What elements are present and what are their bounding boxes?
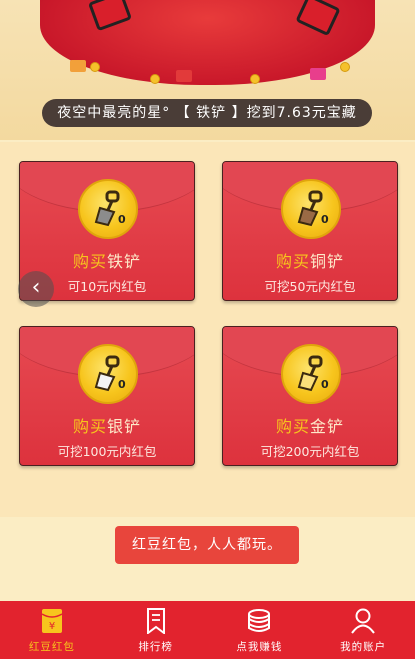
top-banner: 夜空中最亮的星° 【 铁铲 】挖到7.63元宝藏 [0,0,415,140]
medal-badge: 0 [321,378,329,391]
bottom-tab-bar: ¥ 红豆红包 排行榜 点我赚钱 我的账户 [0,601,415,659]
shovel-medal-icon: 0 [281,179,341,239]
medal-badge: 0 [118,213,126,226]
card-title: 购买金铲 [275,417,345,436]
tab-label: 红豆红包 [28,641,75,653]
card-title: 购买铁铲 [72,252,142,271]
tab-my-account[interactable]: 我的账户 [311,601,415,659]
buy-copper-shovel-card[interactable]: 0 购买铜铲 可挖50元内红包 [222,161,398,301]
winner-ticker: 夜空中最亮的星° 【 铁铲 】挖到7.63元宝藏 [42,99,372,127]
carousel-prev-button[interactable]: ‹ [18,271,54,307]
red-envelope-icon: ¥ [41,607,63,635]
bookmark-icon [146,607,166,635]
medal-badge: 0 [321,213,329,226]
tab-red-envelope[interactable]: ¥ 红豆红包 [0,601,104,659]
shovel-medal-icon: 0 [78,179,138,239]
gift-decoration [176,70,192,82]
buy-silver-shovel-card[interactable]: 0 购买银铲 可挖100元内红包 [19,326,195,466]
card-subtitle: 可挖50元内红包 [264,279,356,294]
shovel-medal-icon: 0 [281,344,341,404]
gift-decoration [70,60,86,72]
card-subtitle: 可挖100元内红包 [57,444,157,459]
coin-decoration [90,62,100,72]
user-icon [351,607,375,635]
tab-label: 我的账户 [340,641,387,653]
shovel-medal-icon: 0 [78,344,138,404]
card-title: 购买银铲 [72,417,142,436]
card-title: 购买铜铲 [275,252,345,271]
buy-gold-shovel-card[interactable]: 0 购买金铲 可挖200元内红包 [222,326,398,466]
tab-label: 点我赚钱 [236,641,283,653]
medal-badge: 0 [118,378,126,391]
gift-decoration [310,68,326,80]
bottom-decoration [0,570,415,601]
coin-decoration [340,62,350,72]
coin-decoration [150,74,160,84]
svg-text:¥: ¥ [49,621,55,632]
card-subtitle: 可挖200元内红包 [260,444,360,459]
coin-decoration [250,74,260,84]
slogan-button[interactable]: 红豆红包，人人都玩。 [115,526,299,564]
tab-earn-money[interactable]: 点我赚钱 [208,601,312,659]
tab-leaderboard[interactable]: 排行榜 [104,601,208,659]
tab-label: 排行榜 [138,641,173,653]
coins-icon [246,607,272,635]
